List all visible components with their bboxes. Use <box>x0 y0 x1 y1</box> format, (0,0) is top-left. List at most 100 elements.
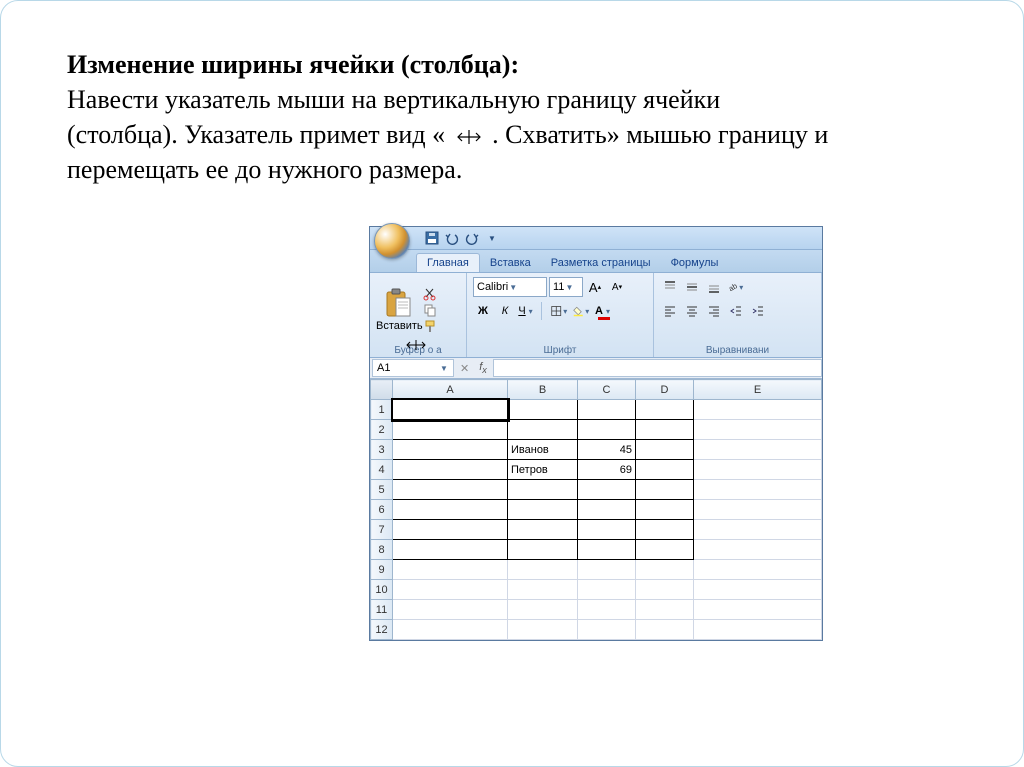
col-header-c[interactable]: C <box>578 380 636 400</box>
cell[interactable] <box>578 560 636 580</box>
decrease-indent-icon[interactable] <box>726 301 746 321</box>
row-header[interactable]: 5 <box>371 480 393 500</box>
cell[interactable] <box>578 540 636 560</box>
cell[interactable] <box>636 500 694 520</box>
cell[interactable] <box>508 600 578 620</box>
cell[interactable] <box>393 500 508 520</box>
cell[interactable] <box>636 420 694 440</box>
cell[interactable] <box>578 620 636 640</box>
cell[interactable] <box>636 400 694 420</box>
undo-icon[interactable] <box>444 230 460 246</box>
cell[interactable] <box>393 460 508 480</box>
paste-button[interactable]: Вставить <box>376 288 420 332</box>
cell[interactable] <box>694 480 822 500</box>
cell[interactable] <box>578 420 636 440</box>
cell[interactable] <box>393 560 508 580</box>
cell[interactable] <box>578 600 636 620</box>
cell[interactable] <box>636 560 694 580</box>
cell[interactable] <box>508 480 578 500</box>
cell[interactable] <box>393 520 508 540</box>
copy-icon[interactable] <box>422 303 438 317</box>
cell[interactable] <box>578 500 636 520</box>
col-header-e[interactable]: E <box>694 380 822 400</box>
align-middle-icon[interactable] <box>682 277 702 297</box>
cell[interactable]: Петров <box>508 460 578 480</box>
cell[interactable] <box>694 580 822 600</box>
align-right-icon[interactable] <box>704 301 724 321</box>
save-icon[interactable] <box>424 230 440 246</box>
cell[interactable] <box>636 540 694 560</box>
cell[interactable] <box>508 520 578 540</box>
cell[interactable] <box>694 560 822 580</box>
office-button[interactable] <box>374 223 410 259</box>
row-header[interactable]: 9 <box>371 560 393 580</box>
cell[interactable] <box>508 540 578 560</box>
cell[interactable] <box>636 600 694 620</box>
cell[interactable] <box>393 540 508 560</box>
cell[interactable] <box>393 420 508 440</box>
row-header[interactable]: 2 <box>371 420 393 440</box>
tab-insert[interactable]: Вставка <box>480 254 541 272</box>
row-header[interactable]: 12 <box>371 620 393 640</box>
select-all-corner[interactable] <box>371 380 393 400</box>
tab-home[interactable]: Главная <box>416 253 480 272</box>
cell[interactable] <box>578 520 636 540</box>
formula-input[interactable] <box>493 359 822 377</box>
cell[interactable] <box>393 440 508 460</box>
cell[interactable] <box>508 580 578 600</box>
row-header[interactable]: 8 <box>371 540 393 560</box>
worksheet[interactable]: A B C D E 1 2 3Иванов45 4Петров69 5 6 7 … <box>370 379 822 640</box>
align-center-icon[interactable] <box>682 301 702 321</box>
cell[interactable] <box>508 420 578 440</box>
row-header[interactable]: 10 <box>371 580 393 600</box>
font-name-combo[interactable]: Calibri▼ <box>473 277 547 297</box>
cell[interactable] <box>636 520 694 540</box>
cell[interactable] <box>636 440 694 460</box>
orientation-icon[interactable]: ab▾ <box>726 277 746 297</box>
cell[interactable] <box>694 400 822 420</box>
cell[interactable] <box>694 600 822 620</box>
format-painter-icon[interactable] <box>422 319 438 333</box>
cell[interactable] <box>393 400 508 420</box>
cell[interactable] <box>508 500 578 520</box>
cell[interactable] <box>636 580 694 600</box>
cell[interactable] <box>636 460 694 480</box>
cell[interactable] <box>694 440 822 460</box>
col-header-a[interactable]: A <box>393 380 508 400</box>
cancel-icon[interactable]: ✕ <box>456 362 473 375</box>
cell[interactable] <box>393 480 508 500</box>
cell[interactable] <box>636 480 694 500</box>
cell[interactable] <box>578 400 636 420</box>
cell[interactable] <box>694 420 822 440</box>
cell[interactable] <box>508 620 578 640</box>
cell[interactable] <box>694 620 822 640</box>
bold-button[interactable]: Ж <box>473 301 493 321</box>
col-header-d[interactable]: D <box>636 380 694 400</box>
cell[interactable] <box>508 400 578 420</box>
row-header[interactable]: 1 <box>371 400 393 420</box>
cell[interactable] <box>393 580 508 600</box>
cell[interactable] <box>694 540 822 560</box>
name-box[interactable]: A1▼ <box>372 359 454 377</box>
increase-indent-icon[interactable] <box>748 301 768 321</box>
cell[interactable] <box>636 620 694 640</box>
font-color-icon[interactable]: A ▾ <box>594 301 614 321</box>
cell[interactable] <box>508 560 578 580</box>
grow-font-icon[interactable]: A▴ <box>585 277 605 297</box>
row-header[interactable]: 11 <box>371 600 393 620</box>
redo-icon[interactable] <box>464 230 480 246</box>
row-header[interactable]: 4 <box>371 460 393 480</box>
tab-formulas[interactable]: Формулы <box>661 254 729 272</box>
align-top-icon[interactable] <box>660 277 680 297</box>
cut-icon[interactable] <box>422 287 438 301</box>
cell[interactable] <box>393 620 508 640</box>
cell[interactable]: Иванов <box>508 440 578 460</box>
cell[interactable] <box>694 500 822 520</box>
col-header-b[interactable]: B <box>508 380 578 400</box>
tab-page-layout[interactable]: Разметка страницы <box>541 254 661 272</box>
align-left-icon[interactable] <box>660 301 680 321</box>
row-header[interactable]: 6 <box>371 500 393 520</box>
italic-button[interactable]: К <box>495 301 515 321</box>
cell[interactable] <box>578 480 636 500</box>
cell[interactable] <box>694 460 822 480</box>
